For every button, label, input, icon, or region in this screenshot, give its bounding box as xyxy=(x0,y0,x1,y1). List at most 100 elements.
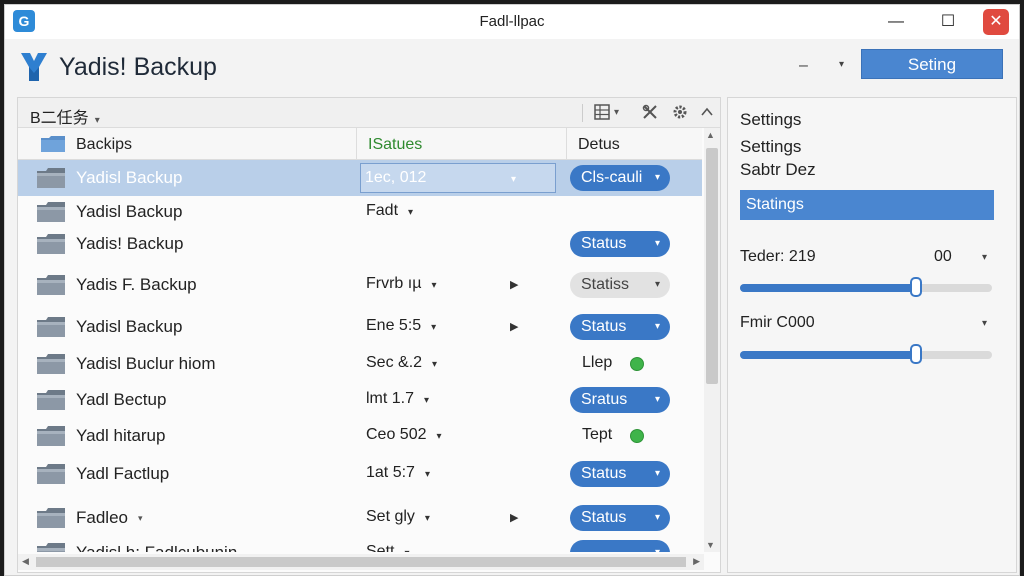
task-dropdown[interactable]: B二任务 ▾ xyxy=(30,104,100,128)
backup-name: Yadisl Backup xyxy=(76,202,183,221)
expand-arrow-icon[interactable]: ▶ xyxy=(510,278,518,291)
chevron-down-icon[interactable]: ▾ xyxy=(138,513,143,524)
status-text: Cls-cauli xyxy=(581,169,643,186)
table-row[interactable]: Yadl Factlup 1at 5:7 ▾ Status ▾ xyxy=(18,454,702,494)
value-dropdown[interactable]: Set gly ▾ xyxy=(366,508,430,526)
table-row[interactable]: Yadl hitarup Ceo 502 ▾ Tept xyxy=(18,418,702,454)
window-minimize-button[interactable]: — xyxy=(879,9,913,35)
table-row[interactable]: Yadisl h: Fadlcubunin Sett ▾ ▾ xyxy=(18,538,702,552)
chevron-down-icon: ▾ xyxy=(654,394,660,405)
header-dropdown-button[interactable]: ▾ xyxy=(839,59,844,70)
settings-link[interactable]: Settings xyxy=(740,110,801,130)
blue-y-logo-icon xyxy=(21,53,47,81)
chevron-down-icon: ▾ xyxy=(654,238,660,249)
status-dropdown[interactable]: Status ▾ xyxy=(570,231,670,257)
status-dropdown[interactable]: Status ▾ xyxy=(570,505,670,531)
chevron-down-icon: ▾ xyxy=(404,548,409,552)
folder-icon xyxy=(36,463,66,485)
list-toolbar: B二任务 ▾ ▾ xyxy=(18,98,720,128)
horizontal-scrollbar[interactable]: ◀ ▶ xyxy=(18,554,704,570)
backup-name: Yadis F. Backup xyxy=(76,275,197,294)
chevron-down-icon: ▾ xyxy=(655,540,660,552)
backup-rows: Yadisl Backup 1ec, 012 ▾ Cls-cauli ▾ Yadisl B… xyxy=(18,160,702,552)
chevron-down-icon[interactable]: ▾ xyxy=(982,318,987,329)
value-dropdown[interactable]: Ene 5:5 ▾ xyxy=(366,317,436,335)
value-dropdown[interactable]: Fadt ▾ xyxy=(366,202,413,220)
settings-active-item[interactable]: Statings xyxy=(740,190,994,220)
backup-name: Yadisl h: Fadlcubunin xyxy=(76,543,237,552)
status-dropdown[interactable]: Sratus ▾ xyxy=(570,387,670,413)
chevron-down-icon[interactable]: ▾ xyxy=(982,252,987,263)
status-dropdown[interactable]: Statiss ▾ xyxy=(570,272,670,298)
gear-icon[interactable] xyxy=(672,104,688,120)
settings-link[interactable]: Settings xyxy=(740,137,801,157)
slider2-label: Fmir C000 xyxy=(740,314,815,331)
table-row[interactable]: Yadisl Backup Ene 5:5 ▾ ▶ Status ▾ xyxy=(18,308,702,346)
value-dropdown[interactable]: Frvrb ıµ ▾ xyxy=(366,275,436,293)
slider1[interactable] xyxy=(740,277,992,297)
grid-dropdown-icon[interactable]: ▾ xyxy=(614,107,619,118)
setting-button[interactable]: Seting xyxy=(861,49,1003,79)
vertical-scrollbar[interactable]: ▲ ▼ xyxy=(704,128,720,552)
backup-name: Yadisl Buclur hiom xyxy=(76,354,216,373)
expand-arrow-icon[interactable]: ▶ xyxy=(510,320,518,333)
chevron-down-icon: ▾ xyxy=(431,322,437,333)
folder-icon xyxy=(36,542,66,552)
backup-name: Yadl hitarup xyxy=(76,426,166,445)
value-dropdown[interactable]: lmt 1.7 ▾ xyxy=(366,390,429,408)
task-dropdown-label: B二任务 xyxy=(30,110,89,127)
slider1-value[interactable]: 00 xyxy=(934,248,952,266)
column-divider[interactable] xyxy=(566,128,567,160)
scroll-up-icon[interactable]: ▲ xyxy=(706,130,715,140)
chevron-down-icon: ▾ xyxy=(431,280,437,291)
backup-name: Yadisl Backup xyxy=(76,168,183,187)
slider1-handle[interactable] xyxy=(910,277,923,297)
chevron-up-icon[interactable] xyxy=(700,104,714,120)
column-divider[interactable] xyxy=(356,128,357,160)
status-dropdown[interactable]: Cls-cauli ▾ xyxy=(570,165,670,191)
grid-icon[interactable] xyxy=(594,104,610,120)
table-row[interactable]: Yadis! Backup Status ▾ xyxy=(18,228,702,260)
column-header-backups[interactable]: Backips xyxy=(76,136,132,154)
slider2-handle[interactable] xyxy=(910,344,923,364)
column-header-status[interactable]: ISatues xyxy=(368,136,422,154)
chevron-down-icon: ▾ xyxy=(424,513,430,524)
scrollbar-thumb[interactable] xyxy=(36,557,686,567)
value-dropdown[interactable]: 1ec, 012 ▾ xyxy=(360,163,556,193)
backup-name: Yadl Bectup xyxy=(76,390,167,409)
slider2[interactable] xyxy=(740,344,992,364)
backup-name: Yadis! Backup xyxy=(76,234,184,253)
status-dot-icon xyxy=(630,357,644,371)
table-row[interactable]: Yadis F. Backup Frvrb ıµ ▾ ▶ Statiss ▾ xyxy=(18,266,702,304)
tools-icon[interactable] xyxy=(642,104,658,120)
title-bar: G Fadl-llpac — ☐ ✕ xyxy=(5,5,1019,39)
value-dropdown[interactable]: 1at 5:7 ▾ xyxy=(366,464,430,482)
table-row[interactable]: Fadleo ▾ Set gly ▾ ▶ Status ▾ xyxy=(18,498,702,538)
status-dropdown[interactable]: ▾ xyxy=(570,540,670,552)
status-dropdown[interactable]: Status ▾ xyxy=(570,314,670,340)
scroll-left-icon[interactable]: ◀ xyxy=(22,556,29,567)
scrollbar-thumb[interactable] xyxy=(706,148,718,384)
window-maximize-button[interactable]: ☐ xyxy=(931,9,965,35)
slider1-label: Teder: 219 xyxy=(740,248,816,265)
value-dropdown[interactable]: Sett ▾ xyxy=(366,543,410,552)
expand-arrow-icon[interactable]: ▶ xyxy=(510,511,518,524)
settings-subtitle[interactable]: Sabtr Dez xyxy=(740,160,816,180)
scroll-right-icon[interactable]: ▶ xyxy=(693,556,700,567)
table-row[interactable]: Yadisl Backup Fadt ▾ xyxy=(18,196,702,228)
column-header-details[interactable]: Detus xyxy=(578,136,620,154)
table-row[interactable]: Yadisl Backup 1ec, 012 ▾ Cls-cauli ▾ xyxy=(18,160,702,196)
value-text: lmt 1.7 xyxy=(366,390,415,407)
status-dropdown[interactable]: Status ▾ xyxy=(570,461,670,487)
status-text: Status xyxy=(581,318,627,335)
table-row[interactable]: Yadisl Buclur hiom Sec &.2 ▾ Llep xyxy=(18,346,702,382)
app-header: Yadis! Backup – ▾ Seting xyxy=(5,39,1019,97)
table-row[interactable]: Yadl Bectup lmt 1.7 ▾ Sratus ▾ xyxy=(18,382,702,418)
folder-icon xyxy=(36,507,66,529)
value-dropdown[interactable]: Sec &.2 ▾ xyxy=(366,354,437,372)
header-minimize-button[interactable]: – xyxy=(799,57,808,75)
value-dropdown[interactable]: Ceo 502 ▾ xyxy=(366,426,442,444)
value-text: Set gly xyxy=(366,508,415,525)
scroll-down-icon[interactable]: ▼ xyxy=(706,540,715,550)
window-close-button[interactable]: ✕ xyxy=(983,9,1009,35)
